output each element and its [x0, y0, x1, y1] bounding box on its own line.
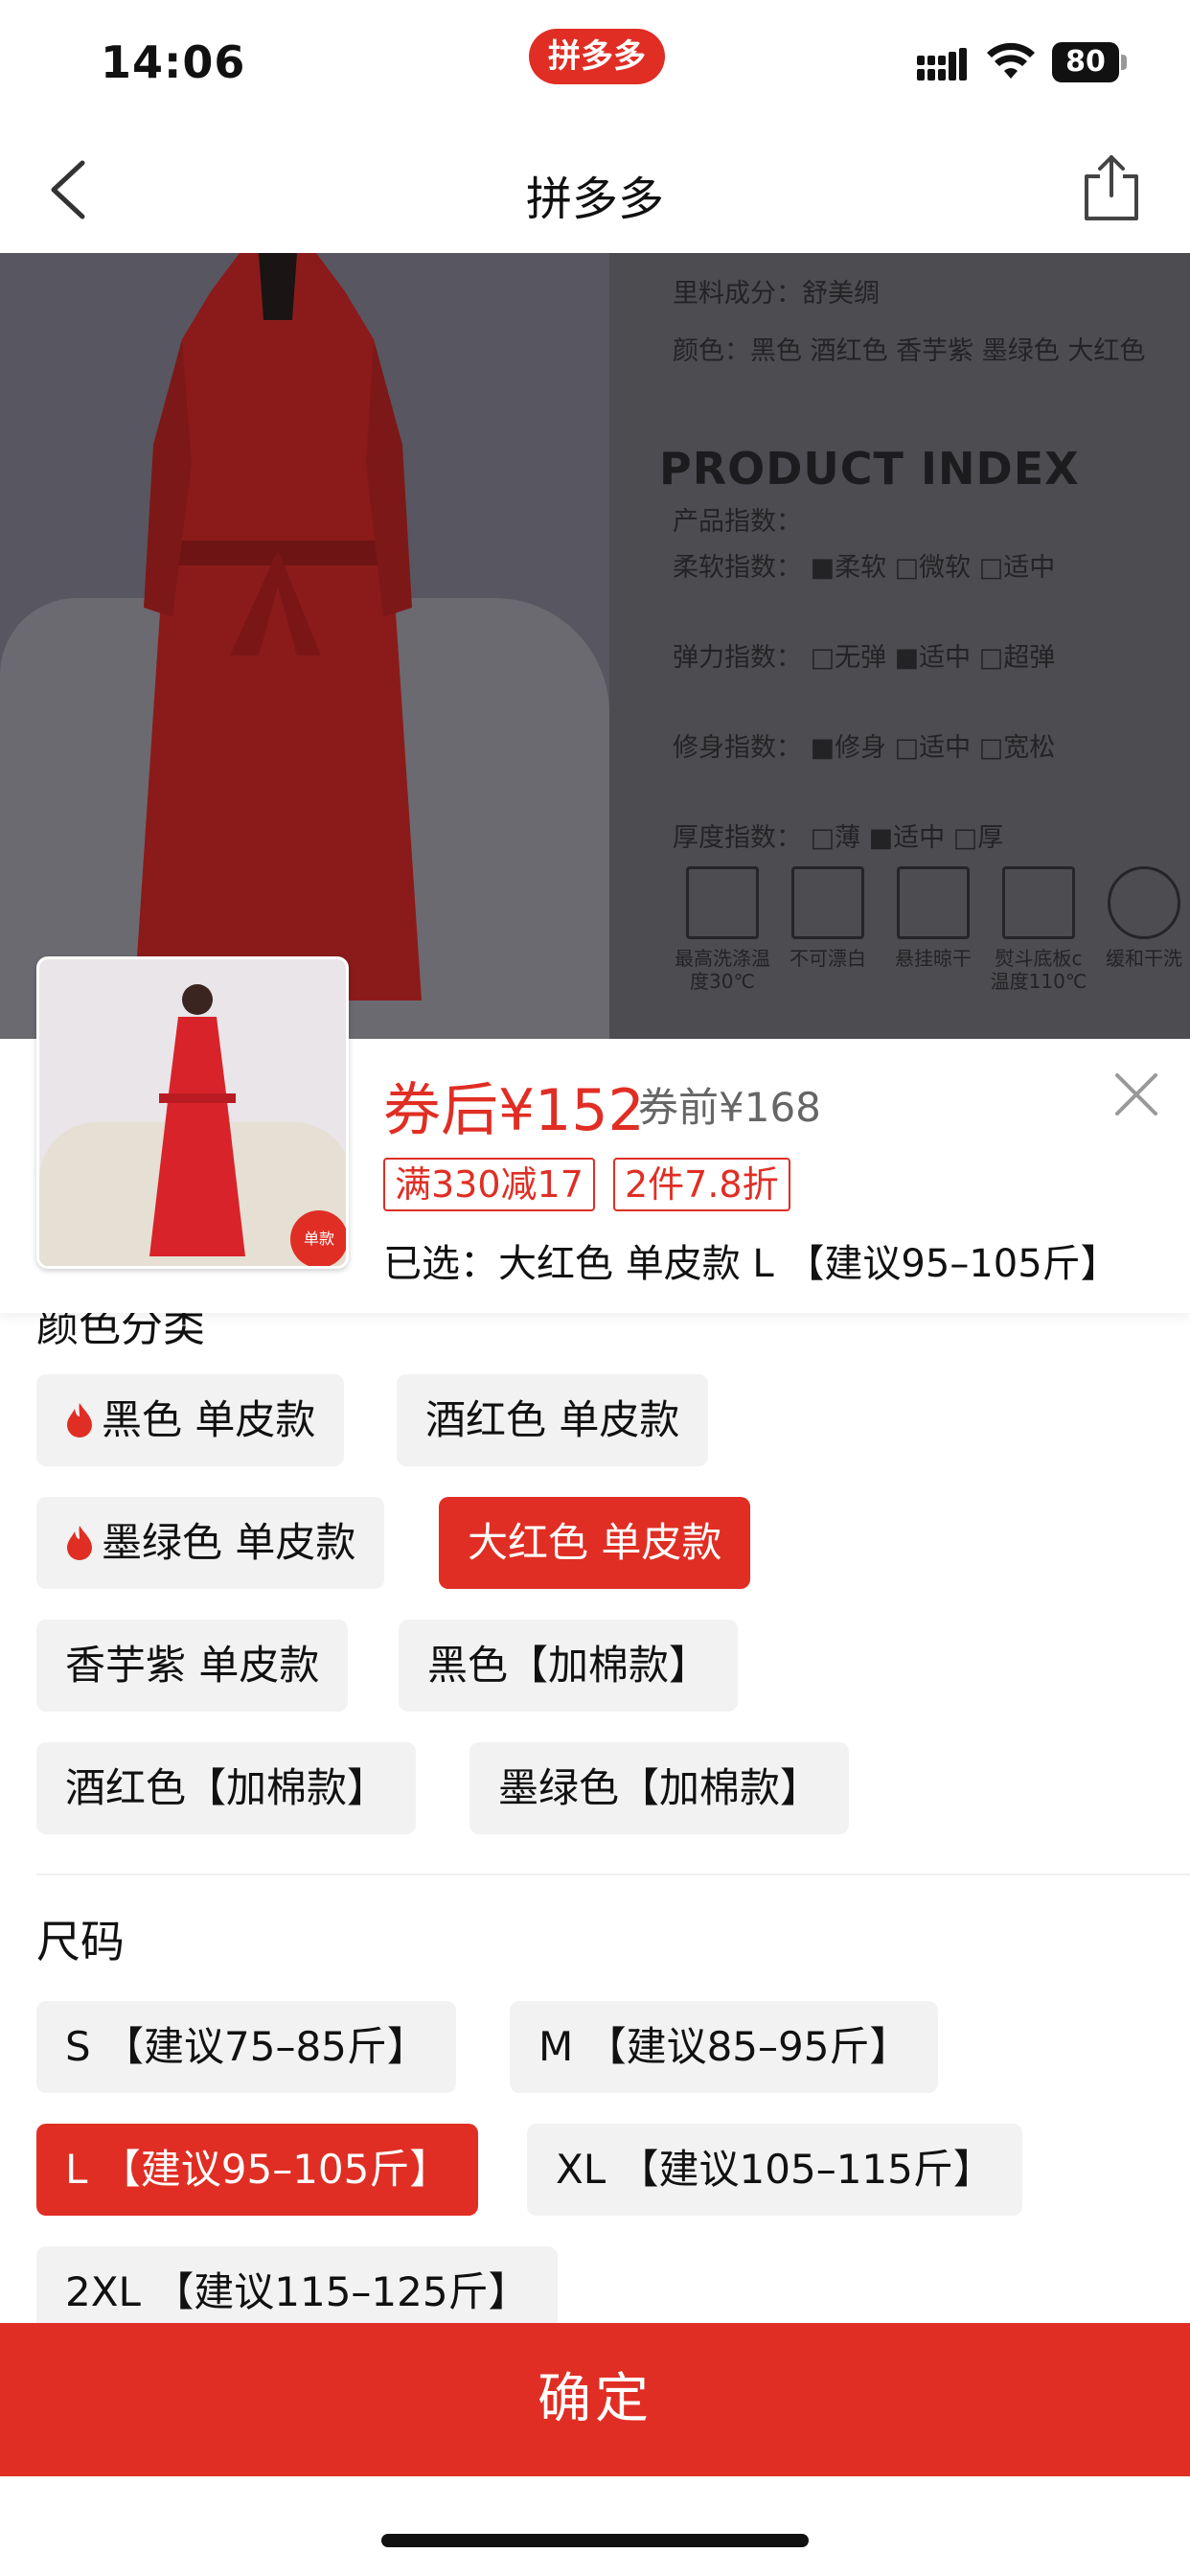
product-thumbnail[interactable]: 单款	[36, 956, 349, 1269]
battery-level: 80	[1052, 42, 1119, 82]
size-option[interactable]: XL 【建议105–115斤】	[527, 2124, 1022, 2216]
status-time: 14:06	[101, 36, 246, 88]
status-bar: 14:06 拼多多 80	[0, 0, 1190, 125]
price-after-coupon: 券后¥152	[383, 1077, 645, 1144]
promo-tag: 满330减17	[383, 1158, 595, 1211]
color-option-label: 黑色 单皮款	[102, 1396, 316, 1443]
care-icons: 最高洗涤温度30℃ 不可漂白 悬挂晾干 熨斗底板c温度110℃ 缓和干洗	[675, 866, 1184, 993]
spec-heading: PRODUCT INDEX	[659, 443, 1080, 494]
spec-line: 颜色：黑色 酒红色 香芋紫 墨绿色 大红色	[673, 336, 1146, 366]
color-option[interactable]: 香芋紫 单皮款	[36, 1620, 349, 1712]
promo-tag: 2件7.8折	[613, 1158, 790, 1211]
color-option[interactable]: 酒红色 单皮款	[397, 1374, 709, 1466]
hang-dry-icon	[897, 866, 970, 939]
care-label: 缓和干洗	[1106, 947, 1182, 970]
spec-index-row: 弹力指数： □无弹 ■适中 □超弹	[673, 643, 1056, 673]
thumb-badge: 单款	[290, 1210, 346, 1266]
care-label: 最高洗涤温度30℃	[675, 947, 770, 993]
care-label: 悬挂晾干	[895, 947, 972, 970]
color-option-label: 黑色【加棉款】	[427, 1642, 710, 1689]
color-option[interactable]: 黑色【加棉款】	[399, 1620, 739, 1712]
spec-index-row: 柔软指数： ■柔软 □微软 □适中	[673, 553, 1056, 583]
size-option-label: 2XL 【建议115–125斤】	[65, 2268, 529, 2315]
spec-sheet: 里料成分：舒美绸 颜色：黑色 酒红色 香芋紫 墨绿色 大红色 PRODUCT I…	[609, 253, 1190, 1039]
size-option-label: L 【建议95–105斤】	[65, 2146, 450, 2193]
color-option[interactable]: 黑色 单皮款	[36, 1374, 345, 1466]
wash-30-icon	[686, 866, 759, 939]
battery-icon: 80	[1052, 42, 1127, 82]
color-option-label: 大红色 单皮款	[468, 1519, 722, 1566]
close-icon[interactable]	[1110, 1068, 1163, 1121]
care-label: 熨斗底板c温度110℃	[990, 947, 1087, 993]
wifi-icon	[987, 42, 1035, 79]
selected-summary: 已选：大红色 单皮款 L 【建议95–105斤】	[383, 1242, 1119, 1286]
color-option-label: 香芋紫 单皮款	[65, 1642, 320, 1689]
color-option-label: 墨绿色 单皮款	[102, 1519, 356, 1566]
nav-bar: 拼多多	[0, 125, 1190, 253]
signal-icon	[917, 48, 967, 80]
spec-line: 里料成分：舒美绸	[673, 279, 880, 309]
spec-subheading: 产品指数：	[673, 507, 802, 537]
color-option-label: 酒红色 单皮款	[425, 1396, 680, 1443]
confirm-button[interactable]: 确定	[0, 2323, 1190, 2476]
color-option-label: 墨绿色【加棉款】	[498, 1764, 821, 1811]
price-before-coupon: 券前¥168	[638, 1084, 821, 1131]
product-detail-image: 里料成分：舒美绸 颜色：黑色 酒红色 香芋紫 墨绿色 大红色 PRODUCT I…	[0, 253, 1190, 1039]
app-badge: 拼多多	[529, 29, 665, 84]
size-option[interactable]: S 【建议75–85斤】	[36, 2001, 456, 2093]
color-option[interactable]: 酒红色【加棉款】	[36, 1742, 417, 1834]
share-icon[interactable]	[1083, 153, 1140, 222]
no-bleach-icon	[791, 866, 864, 939]
iron-icon	[1002, 866, 1075, 939]
color-option-label: 酒红色【加棉款】	[65, 1764, 388, 1811]
sheet-header: 单款 券后¥152 券前¥168 满330减17 2件7.8折 已选：大红色 单…	[0, 956, 1190, 1313]
page-title: 拼多多	[525, 172, 664, 226]
care-label: 不可漂白	[790, 947, 866, 970]
color-option[interactable]: 墨绿色【加棉款】	[469, 1742, 850, 1834]
dry-clean-icon	[1108, 866, 1180, 939]
size-option[interactable]: M 【建议85–95斤】	[510, 2001, 939, 2093]
spec-index-row: 修身指数： ■修身 □适中 □宽松	[673, 733, 1056, 763]
color-option[interactable]: 墨绿色 单皮款	[36, 1497, 385, 1589]
size-option-label: M 【建议85–95斤】	[538, 2023, 910, 2070]
size-option-label: S 【建议75–85斤】	[65, 2023, 427, 2070]
spec-index-row: 厚度指数： □薄 ■适中 □厚	[673, 823, 1004, 853]
size-section-title: 尺码	[36, 1916, 125, 1967]
flame-icon	[67, 1403, 92, 1438]
coat-illustration	[134, 253, 422, 1000]
model-photo	[0, 253, 609, 1039]
color-option-selected[interactable]: 大红色 单皮款	[439, 1497, 751, 1589]
flame-icon	[67, 1526, 92, 1560]
size-option-label: XL 【建议105–115斤】	[556, 2146, 994, 2193]
home-indicator	[381, 2534, 809, 2547]
divider	[36, 1874, 1190, 1875]
size-option-selected[interactable]: L 【建议95–105斤】	[36, 2124, 479, 2216]
model-thumbnail-illustration	[149, 984, 245, 1256]
